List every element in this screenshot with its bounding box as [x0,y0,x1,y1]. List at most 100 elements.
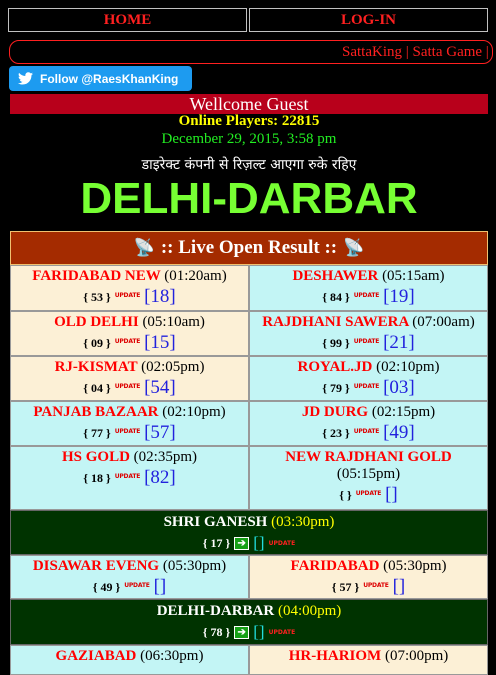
game-time: (01:20am) [164,268,227,284]
result-number: [] [253,533,265,552]
game-cell[interactable]: RAJDHANI SAWERA (07:00am) { 99 } UPDATE [2… [249,311,488,356]
open-number: { 84 } [322,289,350,304]
game-time: (02:05pm) [141,359,205,375]
game-name: DISAWAR EVENG [32,558,160,574]
result-number: [] [385,484,398,505]
featured-game-cell[interactable]: DELHI-DARBAR (04:00pm) { 78 } ➔[] UPDATE [10,599,488,645]
game-cell[interactable]: DISAWAR EVENG (05:30pm) { 49 } UPDATE[] [10,555,249,599]
update-badge: UPDATE [355,490,382,497]
login-link[interactable]: LOG-IN [249,8,488,32]
update-badge: UPDATE [353,428,380,435]
update-badge: UPDATE [363,582,389,589]
game-name: JD DURG [301,404,369,420]
twitter-bird-icon [18,72,33,85]
home-link[interactable]: HOME [8,8,247,32]
game-name: GAZIABAD [55,648,137,664]
update-badge: UPDATE [353,383,380,390]
game-time: (05:15pm) [336,466,401,482]
update-badge: UPDATE [114,428,141,435]
game-cell[interactable]: HR-HARIOM (07:00pm) [249,645,488,675]
arrow-right-icon: ➔ [234,536,250,550]
game-cell[interactable]: PANJAB BAZAAR (02:10pm) { 77 } UPDATE [57] [10,401,249,446]
results-grid: FARIDABAD NEW (01:20am) { 53 } UPDATE [18]… [10,265,488,675]
result-number: [03] [383,377,415,398]
game-time: (02:10pm) [162,404,226,420]
game-time: (07:00pm) [384,648,449,664]
live-result-header: 📡 :: Live Open Result :: 📡 [10,231,488,265]
update-badge: UPDATE [353,292,380,299]
update-badge: UPDATE [114,292,141,299]
arrow-right-icon: ➔ [234,625,250,639]
current-date: December 29, 2015, 3:58 pm [161,131,337,147]
result-number: [49] [383,422,415,443]
result-number: [19] [383,286,415,307]
result-number: [21] [383,332,415,353]
update-badge: UPDATE [114,338,141,345]
game-time: (02:35pm) [133,449,197,465]
open-number: { 49 } [92,579,121,594]
game-time: (05:15am) [382,268,445,284]
game-cell[interactable]: GAZIABAD (06:30pm) [10,645,249,675]
update-badge: UPDATE [114,473,141,480]
live-result-title: :: Live Open Result :: [160,237,338,258]
open-number: { 77 } [83,425,111,440]
brand-title: DELHI-DARBAR [80,174,418,223]
game-name: ROYAL.JD [297,359,373,375]
update-badge: UPDATE [124,582,150,589]
game-cell[interactable]: DESHAWER (05:15am) { 84 } UPDATE [19] [249,265,488,311]
open-number: { 78 } [202,624,231,639]
game-cell[interactable]: RJ-KISMAT (02:05pm) { 04 } UPDATE [54] [10,356,249,401]
result-number: [57] [144,422,176,443]
game-cell[interactable]: JD DURG (02:15pm) { 23 } UPDATE [49] [249,401,488,446]
notice-text: डाइरेक्ट कंपनी से रिज़ल्ट आएगा रुके रहिए [141,157,357,173]
satellite-dish-icon: 📡 [343,238,365,257]
open-number: { 17 } [202,535,231,550]
featured-game-cell[interactable]: SHRI GANESH (03:30pm) { 17 } ➔[] UPDATE [10,510,488,555]
open-number: { 23 } [322,425,350,440]
open-number: { 18 } [83,470,111,485]
result-number: [54] [144,377,176,398]
game-cell[interactable]: NEW RAJDHANI GOLD (05:15pm) { } UPDATE[] [249,446,488,510]
results-row: HS GOLD (02:35pm) { 18 } UPDATE [82] NEW R… [10,446,488,510]
update-badge: UPDATE [114,383,141,390]
results-row: OLD DELHI (05:10am) { 09 } UPDATE [15] RAJ… [10,311,488,356]
result-number: [] [253,622,265,641]
results-row: GAZIABAD (06:30pm) HR-HARIOM (07:00pm) [10,645,488,675]
results-row: RJ-KISMAT (02:05pm) { 04 } UPDATE [54] ROY… [10,356,488,401]
game-name: SHRI GANESH [163,514,268,530]
game-time: (06:30pm) [140,648,204,664]
result-number: [15] [144,332,176,353]
results-row: PANJAB BAZAAR (02:10pm) { 77 } UPDATE [57]… [10,401,488,446]
game-cell[interactable]: FARIDABAD (05:30pm) { 57 } UPDATE[] [249,555,488,599]
game-name: RJ-KISMAT [54,359,138,375]
game-cell[interactable]: OLD DELHI (05:10am) { 09 } UPDATE [15] [10,311,249,356]
twitter-follow-button[interactable]: Follow @RaesKhanKing [9,66,192,91]
game-time: (03:30pm) [271,514,335,530]
result-number: [] [392,576,406,597]
game-name: NEW RAJDHANI GOLD [285,449,452,465]
result-number: [] [153,576,167,597]
welcome-banner: Wellcome Guest [10,94,488,114]
open-number: { 09 } [83,335,111,350]
game-cell[interactable]: ROYAL.JD (02:10pm) { 79 } UPDATE [03] [249,356,488,401]
game-name: DELHI-DARBAR [156,603,275,619]
result-number: [82] [144,467,176,488]
game-name: FARIDABAD [290,558,380,574]
game-name: DESHAWER [292,268,379,284]
satellite-dish-icon: 📡 [133,238,155,257]
results-row: FARIDABAD NEW (01:20am) { 53 } UPDATE [18]… [10,265,488,311]
update-badge: UPDATE [268,539,296,547]
results-row: DISAWAR EVENG (05:30pm) { 49 } UPDATE[] F… [10,555,488,599]
top-nav: HOME LOG-IN [8,8,488,32]
game-cell[interactable]: FARIDABAD NEW (01:20am) { 53 } UPDATE [18] [10,265,249,311]
open-number: { } [339,487,352,502]
game-name: HS GOLD [61,449,130,465]
update-badge: UPDATE [353,338,380,345]
result-number: [18] [144,286,176,307]
game-time: (05:30pm) [383,558,447,574]
game-name: HR-HARIOM [288,648,382,664]
open-number: { 53 } [83,289,111,304]
game-cell[interactable]: HS GOLD (02:35pm) { 18 } UPDATE [82] [10,446,249,510]
game-time: (05:30pm) [162,558,227,574]
open-number: { 79 } [322,380,350,395]
